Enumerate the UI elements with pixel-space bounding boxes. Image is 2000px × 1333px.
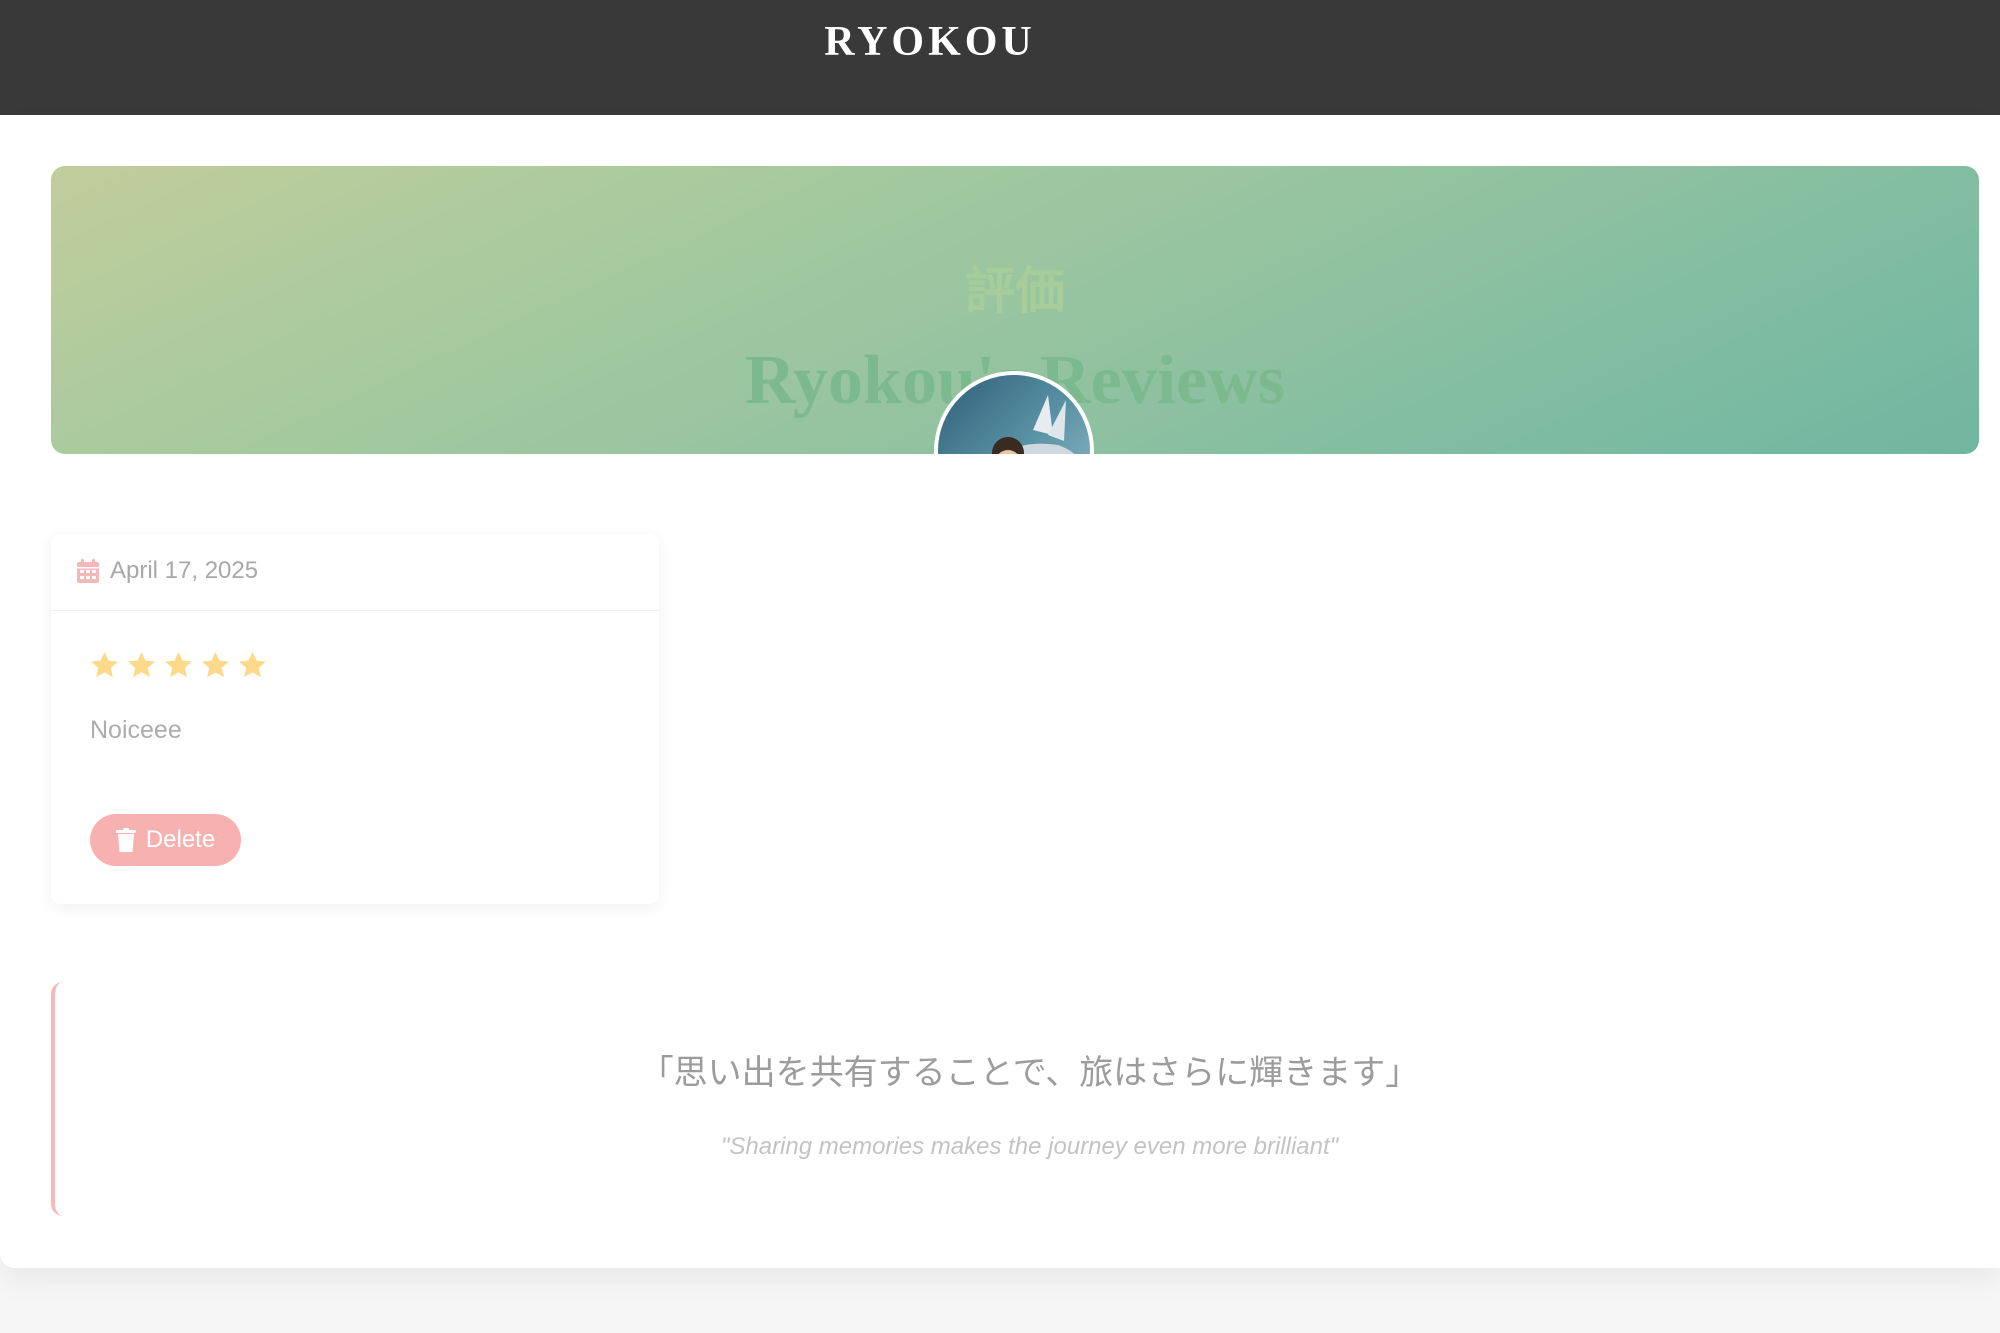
review-card-header: April 17, 2025 bbox=[51, 534, 659, 611]
calendar-icon bbox=[77, 559, 99, 583]
hero-banner: 評価 Ryokou's Reviews bbox=[51, 166, 1979, 454]
trash-icon bbox=[115, 828, 136, 852]
top-navigation-bar: RYOKOU bbox=[0, 0, 2000, 115]
quote-block: 「思い出を共有することで、旅はさらに輝きます」 "Sharing memorie… bbox=[51, 982, 2000, 1216]
star-icon bbox=[165, 651, 192, 678]
review-date: April 17, 2025 bbox=[110, 557, 259, 584]
hero-japanese-title: 評価 bbox=[965, 262, 1065, 320]
star-icon bbox=[91, 651, 118, 678]
quote-japanese: 「思い出を共有することで、旅はさらに輝きます」 bbox=[639, 1053, 1420, 1093]
quote-english: "Sharing memories makes the journey even… bbox=[720, 1133, 1339, 1160]
star-icon bbox=[202, 651, 229, 678]
brand-logo[interactable]: RYOKOU bbox=[730, 14, 1130, 70]
star-rating bbox=[89, 650, 268, 681]
star-icon bbox=[239, 651, 266, 678]
delete-button[interactable]: Delete bbox=[90, 814, 241, 866]
review-text: Noiceee bbox=[90, 716, 182, 744]
star-icon bbox=[128, 651, 155, 678]
delete-button-label: Delete bbox=[145, 826, 216, 853]
